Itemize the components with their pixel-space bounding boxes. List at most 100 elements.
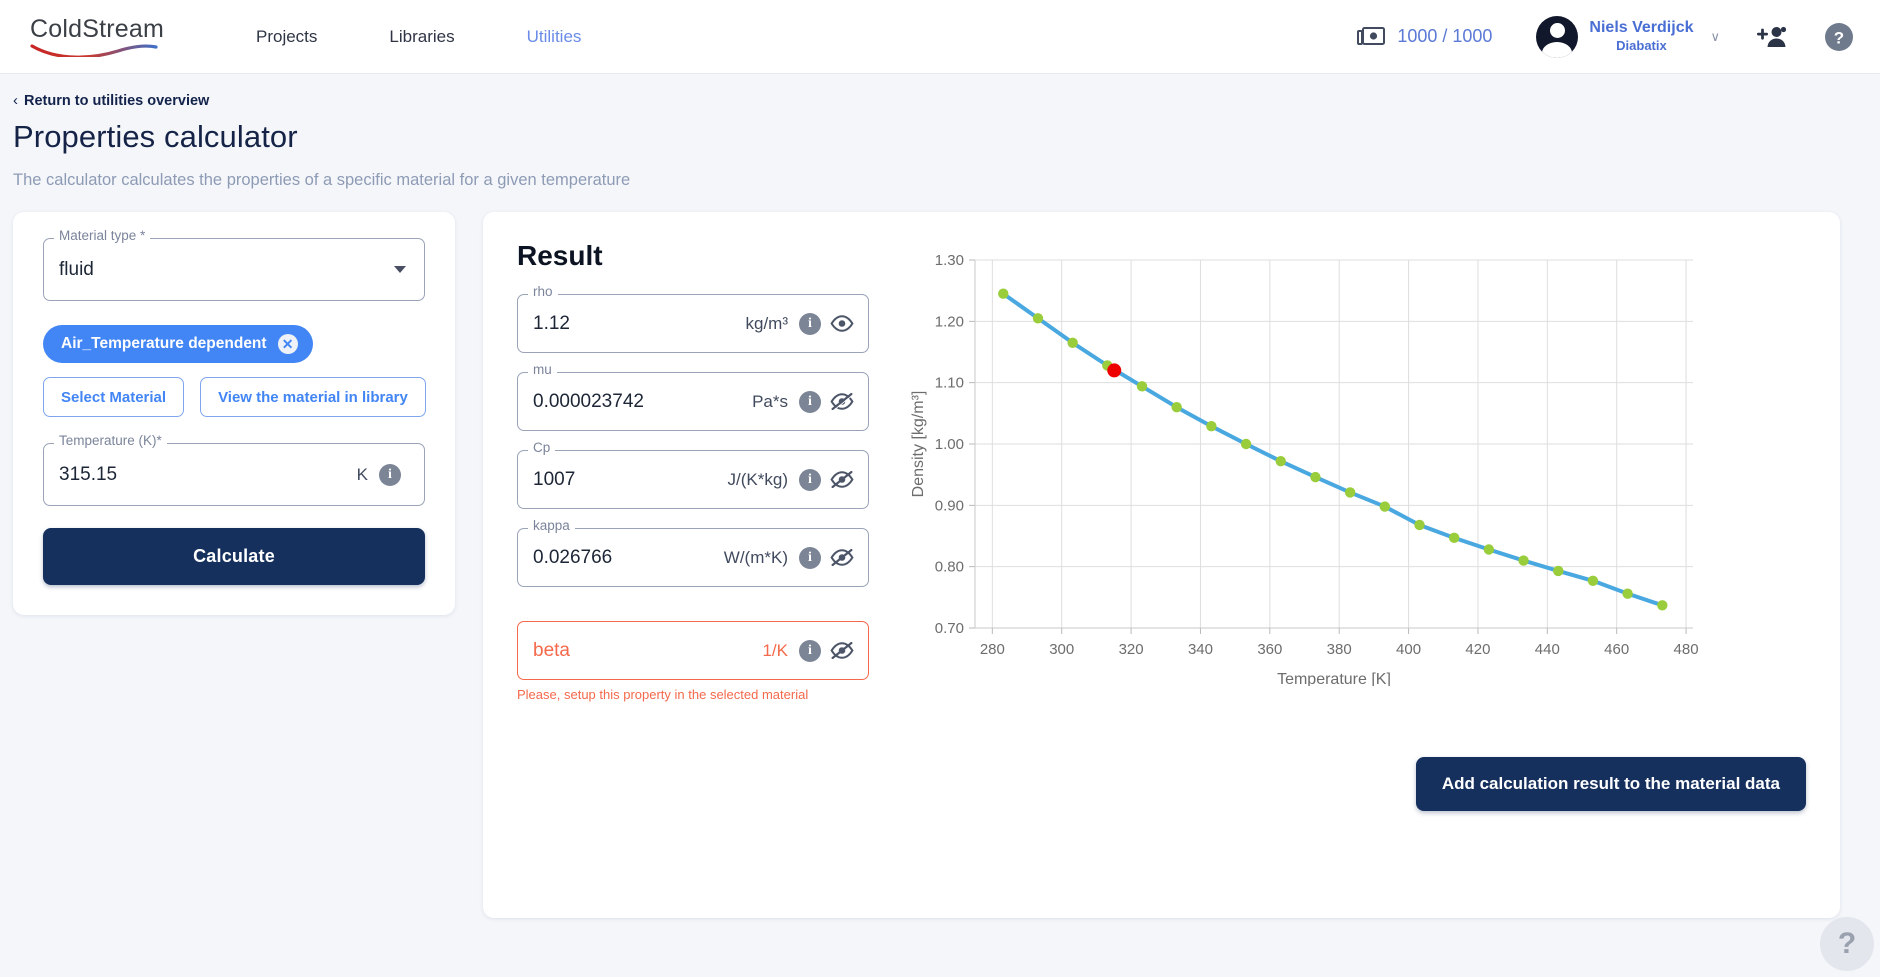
invite-user-button[interactable] bbox=[1756, 25, 1788, 49]
info-icon[interactable]: i bbox=[799, 468, 821, 491]
x-tick-label: 340 bbox=[1188, 641, 1213, 658]
mu-value: 0.000023742 bbox=[533, 390, 644, 412]
result-fields-column: Result rho 1.12 kg/m³ i mu 0.000023742 P… bbox=[517, 240, 869, 721]
result-field-beta: beta 1/K i Please, setup this property i… bbox=[517, 621, 869, 702]
data-point bbox=[1448, 532, 1460, 544]
y-tick-label: 1.30 bbox=[935, 252, 964, 269]
selected-material-label: Air_Temperature dependent bbox=[61, 335, 267, 352]
info-icon[interactable]: i bbox=[379, 463, 401, 486]
main-nav: Projects Libraries Utilities bbox=[220, 28, 617, 45]
result-field-mu: mu 0.000023742 Pa*s i bbox=[517, 363, 869, 431]
x-tick-label: 380 bbox=[1327, 641, 1352, 658]
user-organization: Diabatix bbox=[1616, 38, 1667, 54]
page-subtitle: The calculator calculates the properties… bbox=[13, 171, 631, 189]
data-point bbox=[1032, 313, 1044, 324]
temperature-label: Temperature (K)* bbox=[54, 434, 167, 448]
help-circle-icon: ? bbox=[1825, 22, 1853, 51]
cp-unit: J/(K*kg) bbox=[727, 469, 788, 489]
mu-label: mu bbox=[528, 363, 557, 377]
add-calculation-result-button[interactable]: Add calculation result to the material d… bbox=[1415, 757, 1806, 811]
info-icon[interactable]: i bbox=[799, 639, 821, 662]
data-point bbox=[1483, 544, 1495, 555]
chevron-down-icon[interactable] bbox=[394, 266, 406, 273]
main-content: Material type * fluid Air_Temperature de… bbox=[0, 190, 1880, 918]
select-material-button[interactable]: Select Material bbox=[43, 377, 185, 417]
data-point bbox=[1275, 455, 1286, 467]
info-icon[interactable]: i bbox=[799, 390, 821, 413]
eye-hidden-icon[interactable] bbox=[830, 546, 854, 570]
eye-hidden-icon[interactable] bbox=[830, 639, 854, 663]
material-actions: Select Material View the material in lib… bbox=[43, 377, 426, 417]
data-point bbox=[1240, 438, 1252, 450]
data-point bbox=[1622, 588, 1633, 599]
chevron-down-icon[interactable]: ∨ bbox=[1710, 29, 1720, 45]
nav-item-utilities[interactable]: Utilities bbox=[491, 28, 618, 45]
y-tick-label: 1.00 bbox=[935, 436, 964, 453]
kappa-value: 0.026766 bbox=[533, 546, 613, 568]
eye-hidden-icon[interactable] bbox=[830, 468, 854, 492]
logo-swoosh-icon bbox=[30, 43, 158, 57]
rho-label: rho bbox=[528, 285, 558, 299]
calculator-input-panel: Material type * fluid Air_Temperature de… bbox=[13, 212, 455, 615]
data-point bbox=[998, 288, 1009, 299]
density-line bbox=[1001, 291, 1665, 608]
x-tick-label: 440 bbox=[1535, 641, 1560, 658]
temperature-value[interactable]: 315.15 bbox=[59, 464, 357, 486]
return-to-utilities-link[interactable]: ‹ Return to utilities overview bbox=[13, 92, 209, 109]
credits-text: 1000 / 1000 bbox=[1397, 26, 1493, 46]
help-button[interactable]: ? bbox=[1824, 22, 1854, 52]
page-title: Properties calculator bbox=[13, 119, 298, 154]
x-tick-label: 420 bbox=[1465, 641, 1490, 658]
x-tick-label: 280 bbox=[980, 641, 1005, 658]
result-field-cp: Cp 1007 J/(K*kg) i bbox=[517, 441, 869, 509]
return-link-label: Return to utilities overview bbox=[24, 92, 210, 109]
nav-item-libraries[interactable]: Libraries bbox=[353, 28, 490, 45]
coldstream-logo[interactable]: ColdStream bbox=[30, 14, 185, 57]
add-user-icon bbox=[1757, 26, 1787, 47]
chevron-left-icon: ‹ bbox=[13, 92, 18, 109]
data-point bbox=[1379, 501, 1391, 512]
help-fab-button[interactable]: ? bbox=[1820, 917, 1874, 971]
view-material-in-library-button[interactable]: View the material in library bbox=[200, 377, 426, 417]
material-type-select[interactable]: Material type * fluid bbox=[43, 229, 425, 301]
eye-hidden-icon[interactable] bbox=[830, 390, 854, 414]
x-tick-label: 400 bbox=[1396, 641, 1421, 658]
data-point bbox=[1206, 421, 1217, 432]
material-type-value: fluid bbox=[59, 258, 94, 280]
data-point bbox=[1587, 575, 1599, 586]
data-point bbox=[1310, 471, 1321, 483]
eye-visible-icon[interactable] bbox=[830, 312, 854, 336]
x-tick-label: 360 bbox=[1257, 641, 1282, 658]
data-point bbox=[1171, 402, 1182, 413]
highlighted-data-point bbox=[1107, 363, 1122, 378]
data-point bbox=[1344, 487, 1356, 498]
data-point bbox=[1067, 337, 1078, 348]
top-bar-right: 1000 / 1000 Niels Verdijck Diabatix ∨ ? bbox=[1357, 15, 1854, 58]
page-header: ‹ Return to utilities overview Propertie… bbox=[0, 74, 1880, 190]
beta-unit: 1/K bbox=[762, 640, 788, 660]
beta-value: beta bbox=[533, 639, 570, 661]
result-field-kappa: kappa 0.026766 W/(m*K) i bbox=[517, 519, 869, 587]
y-tick-label: 0.70 bbox=[935, 620, 964, 637]
close-icon[interactable]: ✕ bbox=[277, 334, 298, 354]
selected-material-chip[interactable]: Air_Temperature dependent ✕ bbox=[43, 325, 313, 363]
nav-item-projects[interactable]: Projects bbox=[220, 28, 353, 45]
logo-text: ColdStream bbox=[30, 14, 164, 43]
cp-label: Cp bbox=[528, 441, 556, 455]
mu-unit: Pa*s bbox=[752, 391, 788, 411]
data-point bbox=[1657, 600, 1668, 611]
info-icon[interactable]: i bbox=[799, 312, 821, 335]
info-icon[interactable]: i bbox=[799, 546, 821, 569]
data-point bbox=[1553, 565, 1564, 577]
calculate-button[interactable]: Calculate bbox=[43, 528, 425, 585]
density-chart: 1.30 1.20 1.10 1.00 0.90 0.80 0.70 280 300 320 340… bbox=[903, 240, 1806, 721]
temperature-input[interactable]: Temperature (K)* 315.15 K i bbox=[43, 434, 425, 506]
user-menu[interactable]: Niels Verdijck Diabatix ∨ bbox=[1536, 15, 1720, 58]
y-tick-label: 0.90 bbox=[935, 497, 964, 514]
avatar bbox=[1536, 15, 1579, 58]
credits-indicator[interactable]: 1000 / 1000 bbox=[1357, 26, 1492, 48]
material-type-label: Material type * bbox=[54, 229, 151, 243]
svg-text:?: ? bbox=[1834, 28, 1844, 47]
beta-error-message: Please, setup this property in the selec… bbox=[517, 687, 809, 702]
x-tick-label: 480 bbox=[1674, 641, 1699, 658]
